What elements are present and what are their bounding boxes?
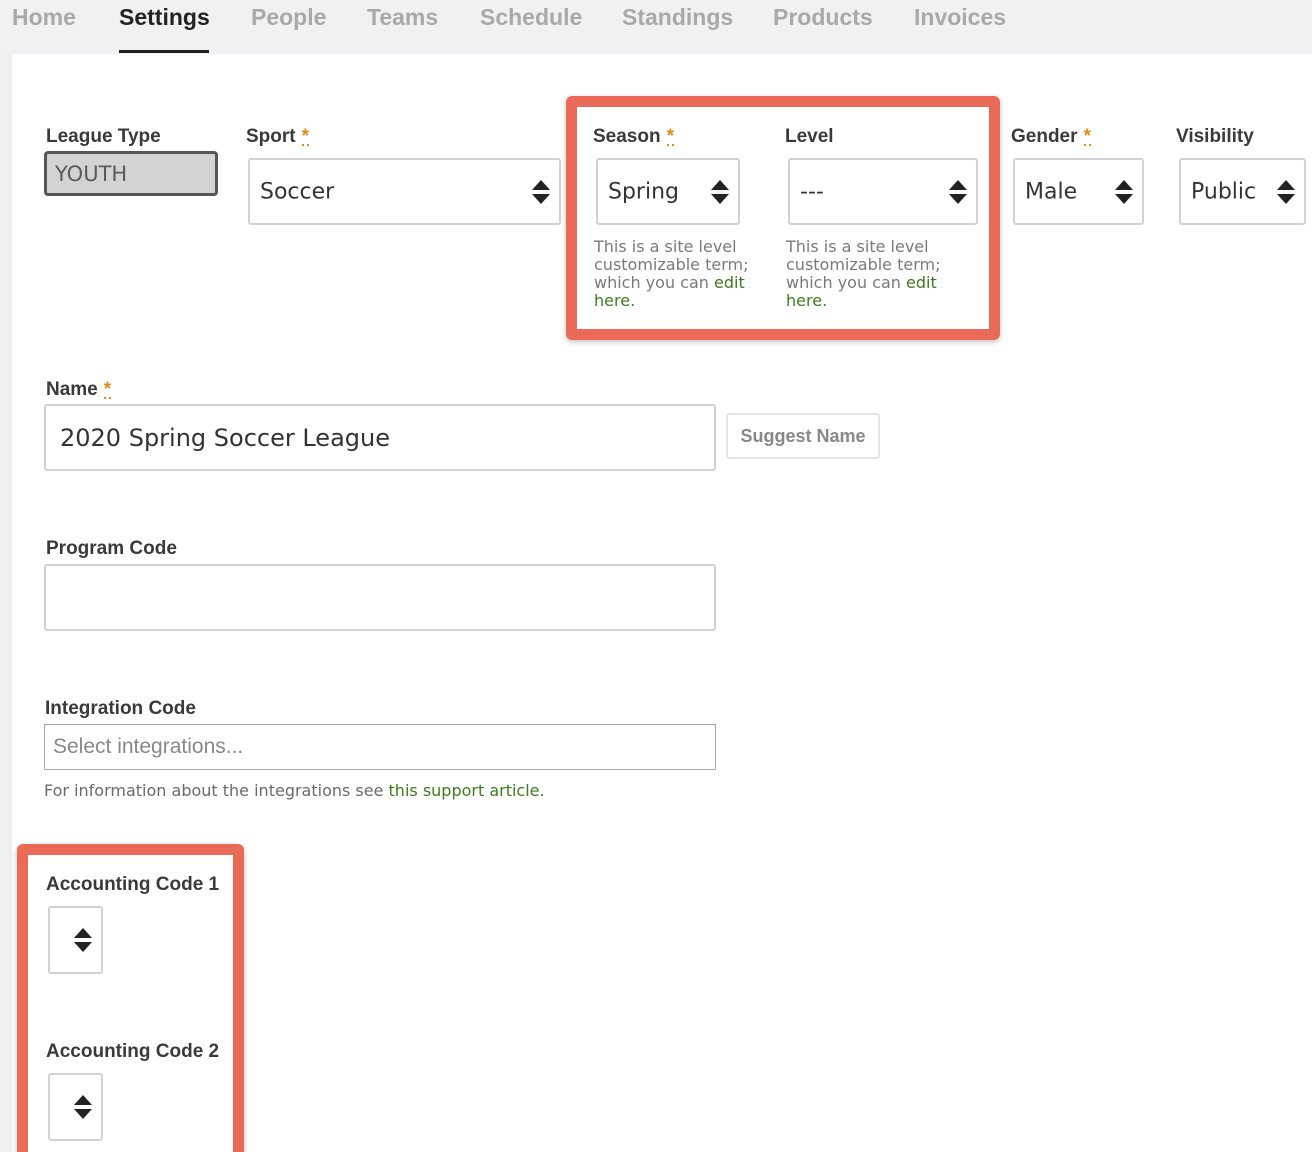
- integration-code-label: Integration Code: [45, 698, 196, 719]
- level-label: Level: [785, 126, 834, 147]
- tab-people[interactable]: People: [251, 4, 326, 31]
- level-help-text: This is a site level customizable term; …: [786, 237, 941, 310]
- tab-teams[interactable]: Teams: [367, 4, 438, 31]
- accounting-code-1-label: Accounting Code 1: [46, 874, 220, 895]
- select-arrows-icon: [1115, 179, 1133, 204]
- season-select[interactable]: Spring: [596, 158, 740, 225]
- tab-settings[interactable]: Settings: [119, 4, 210, 31]
- tab-invoices[interactable]: Invoices: [914, 4, 1006, 31]
- visibility-value: Public: [1191, 179, 1257, 204]
- support-article-link[interactable]: this support article: [389, 781, 540, 800]
- suggest-name-button[interactable]: Suggest Name: [726, 413, 880, 459]
- required-marker: *: [103, 379, 112, 400]
- integration-code-select[interactable]: Select integrations...: [44, 724, 716, 770]
- program-code-label: Program Code: [46, 538, 177, 559]
- select-arrows-icon: [949, 179, 967, 204]
- select-arrows-icon: [1277, 179, 1295, 204]
- name-value: 2020 Spring Soccer League: [60, 423, 390, 452]
- season-value: Spring: [608, 179, 679, 204]
- required-marker: *: [1083, 126, 1091, 147]
- active-tab-underline: [119, 50, 209, 53]
- required-marker: *: [301, 126, 310, 147]
- gender-value: Male: [1025, 179, 1078, 204]
- tab-home[interactable]: Home: [12, 4, 76, 31]
- select-arrows-icon: [532, 179, 550, 204]
- name-input[interactable]: 2020 Spring Soccer League: [44, 404, 716, 471]
- program-code-input[interactable]: [44, 564, 716, 631]
- accounting-code-1-select[interactable]: [48, 906, 103, 974]
- select-arrows-icon: [74, 928, 92, 952]
- sport-label: Sport *: [246, 126, 310, 147]
- visibility-select[interactable]: Public: [1179, 158, 1306, 225]
- top-nav: Home Settings People Teams Schedule Stan…: [0, 0, 1312, 54]
- select-arrows-icon: [74, 1095, 92, 1119]
- select-arrows-icon: [711, 179, 729, 204]
- gender-select[interactable]: Male: [1013, 158, 1144, 225]
- accounting-code-2-label: Accounting Code 2: [46, 1041, 220, 1062]
- level-value: ---: [800, 179, 824, 204]
- tab-schedule[interactable]: Schedule: [480, 4, 582, 31]
- sport-select[interactable]: Soccer: [248, 158, 561, 225]
- tab-standings[interactable]: Standings: [622, 4, 733, 31]
- integration-info-text: For information about the integrations s…: [44, 781, 545, 800]
- league-type-label: League Type: [46, 126, 161, 147]
- season-label: Season *: [593, 126, 674, 147]
- sport-value: Soccer: [260, 179, 335, 204]
- required-marker: *: [666, 126, 674, 147]
- level-select[interactable]: ---: [788, 158, 978, 225]
- visibility-label: Visibility: [1176, 126, 1254, 147]
- league-type-value: YOUTH: [55, 161, 128, 186]
- league-type-field: YOUTH: [44, 151, 218, 196]
- accounting-code-2-select[interactable]: [48, 1073, 103, 1141]
- gender-label: Gender *: [1011, 126, 1091, 147]
- season-help-text: This is a site level customizable term; …: [594, 237, 749, 310]
- tab-products[interactable]: Products: [773, 4, 873, 31]
- name-label: Name *: [46, 379, 112, 400]
- integration-code-placeholder: Select integrations...: [53, 735, 244, 758]
